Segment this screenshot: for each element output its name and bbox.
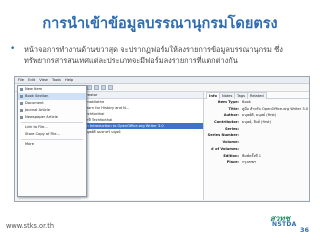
slide-title: การนำเข้าข้อมูลบรรณานุกรมโดยตรง — [42, 16, 278, 32]
dropdown-item-newspaper-article[interactable]: Newspaper Article — [18, 114, 86, 121]
field-edition: Edition: พิมพ์ครั้งที่ 1 — [223, 153, 261, 158]
note-icon[interactable] — [101, 85, 106, 90]
dropdown-item-more[interactable]: More — [18, 141, 86, 148]
dropdown-divider — [21, 122, 83, 123]
items-list: Creator Smakilathe Learn for History and… — [81, 92, 204, 200]
bullet-icon: • — [10, 44, 16, 54]
footer-url[interactable]: www.stks.or.th — [6, 222, 54, 230]
item-icon — [20, 116, 23, 119]
field-title: Title: คู่มือ สำหรับ OpenOffice.org Write… — [228, 106, 309, 111]
menu-bar: File Edit View Tools Help — [15, 77, 309, 84]
item-icon — [20, 95, 23, 98]
list-header[interactable]: Creator — [81, 92, 203, 99]
field-num-volumes: # of Volumes: — [210, 146, 239, 151]
zotero-screenshot: File Edit View Tools Help Creator Smakil… — [14, 76, 310, 202]
new-item-icon[interactable] — [87, 85, 92, 90]
tab-notes[interactable]: Notes — [219, 92, 236, 99]
dropdown-item-store-copy[interactable]: Store Copy of File... — [18, 131, 86, 138]
page-number: 36 — [300, 226, 310, 234]
tab-info[interactable]: Info — [206, 92, 220, 99]
list-item[interactable]: มนุษย์ศิ นมทาสร์ มนุษย์ — [81, 129, 203, 135]
field-place: Place: กรุงเทพฯ — [226, 160, 256, 165]
menu-file[interactable]: File — [18, 77, 24, 83]
item-info-pane: Info Notes Tags Related Item Type: Book T… — [204, 92, 309, 200]
dropdown-item-journal-article[interactable]: Journal Article — [18, 107, 86, 114]
field-series: Series: — [224, 126, 239, 131]
dropdown-item-link-to-file[interactable]: Link to File... — [18, 124, 86, 131]
item-icon — [20, 88, 23, 91]
field-series-number: Series Number: — [207, 133, 239, 138]
dropdown-divider — [21, 139, 83, 140]
logo-english-text: NSTDA — [272, 221, 297, 228]
item-icon — [20, 109, 23, 112]
menu-tools[interactable]: Tools — [52, 77, 61, 83]
bullet-point: • หน้าจอการทำงานด้านขวาสุด จะปรากฏฟอร์มใ… — [10, 44, 310, 66]
tab-related[interactable]: Related — [247, 92, 267, 99]
field-contributor: Contributor: มนุษย์, สิงห์ (first) — [214, 120, 271, 125]
link-icon[interactable] — [108, 85, 113, 90]
menu-edit[interactable]: Edit — [28, 77, 35, 83]
menu-view[interactable]: View — [39, 77, 48, 83]
info-tabs: Info Notes Tags Related — [204, 92, 309, 99]
dropdown-item-book-section[interactable]: Book Section — [18, 93, 86, 100]
bullet-text: หน้าจอการทำงานด้านขวาสุด จะปรากฏฟอร์มให้… — [24, 45, 283, 65]
new-item-dropdown: New Item Book Section Document Journal A… — [17, 85, 87, 197]
field-volume: Volume: — [222, 140, 239, 145]
dropdown-item-document[interactable]: Document — [18, 100, 86, 107]
field-item-type: Item Type: Book — [217, 100, 251, 104]
dropdown-item-new-item[interactable]: New Item — [18, 86, 86, 93]
tab-tags[interactable]: Tags — [234, 92, 248, 99]
field-author: Author: มนุษย์ศิ, มนุษย์ (first) — [223, 113, 277, 118]
menu-help[interactable]: Help — [65, 77, 73, 83]
item-icon — [20, 102, 23, 105]
add-attachment-icon[interactable] — [94, 85, 99, 90]
